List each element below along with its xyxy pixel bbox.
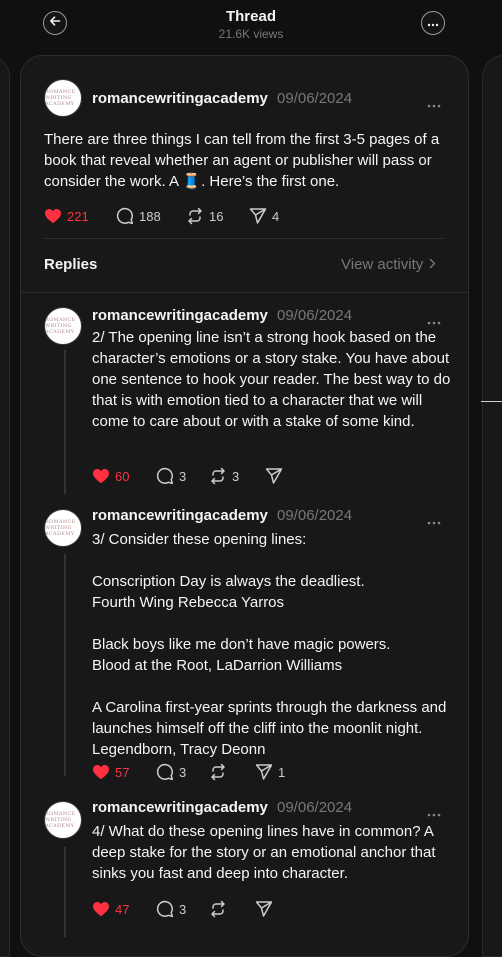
comment-button[interactable]: 188 xyxy=(116,206,161,226)
post-actions: 221 188 16 4 xyxy=(44,206,344,226)
avatar-logo: ROMANCE WRITING ACADEMY xyxy=(45,519,76,537)
like-button[interactable]: 60 xyxy=(92,466,129,486)
like-count: 60 xyxy=(115,468,130,484)
repost-count: 3 xyxy=(232,468,240,484)
post-username[interactable]: romancewritingacademy xyxy=(92,798,268,818)
repost-count: 16 xyxy=(209,208,224,224)
post-divider xyxy=(44,238,445,239)
like-button[interactable]: 47 xyxy=(92,899,129,919)
share-icon xyxy=(255,763,273,781)
repost-icon xyxy=(209,467,227,485)
post-text: 3/ Consider these opening lines: Conscri… xyxy=(92,531,447,758)
repost-button[interactable] xyxy=(209,762,232,782)
avatar-logo: ROMANCE WRITING ACADEMY xyxy=(45,89,76,107)
post-actions: 57 3 1 xyxy=(92,762,372,782)
like-button[interactable]: 57 xyxy=(92,762,129,782)
share-icon xyxy=(249,207,267,225)
adjacent-column-right xyxy=(482,55,502,957)
share-button[interactable] xyxy=(255,899,278,919)
avatar[interactable]: ROMANCE WRITING ACADEMY xyxy=(44,801,82,839)
thread-more-button[interactable] xyxy=(421,11,445,35)
avatar[interactable]: ROMANCE WRITING ACADEMY xyxy=(44,509,82,547)
post-date: 09/06/2024 xyxy=(277,90,353,107)
avatar-logo: ROMANCE WRITING ACADEMY xyxy=(45,317,76,335)
replies-label: Replies xyxy=(44,256,98,273)
heart-icon xyxy=(92,901,110,917)
post-text: 2/ The opening line isn’t a strong hook … xyxy=(92,329,451,430)
view-activity-link[interactable]: View activity xyxy=(341,255,436,275)
heart-icon xyxy=(44,208,62,224)
share-button[interactable]: 4 xyxy=(249,206,279,226)
post-actions: 47 3 xyxy=(92,899,372,919)
comment-count: 3 xyxy=(179,468,187,484)
adjacent-column-left xyxy=(0,55,10,957)
thread-connector-line xyxy=(64,847,66,937)
post-more-icon[interactable] xyxy=(426,96,442,108)
comment-icon xyxy=(156,763,174,781)
thread-connector-line xyxy=(64,554,66,776)
share-icon xyxy=(265,467,283,485)
comment-icon xyxy=(156,467,174,485)
main-post: ROMANCE WRITING ACADEMY romancewritingac… xyxy=(21,56,468,246)
comment-count: 3 xyxy=(179,901,187,917)
post-username[interactable]: romancewritingacademy xyxy=(92,506,268,526)
post-actions: 60 3 3 xyxy=(92,466,372,486)
repost-icon xyxy=(209,763,227,781)
avatar-logo: ROMANCE WRITING ACADEMY xyxy=(45,811,76,829)
post-date: 09/06/2024 xyxy=(277,799,353,816)
share-count: 4 xyxy=(272,208,280,224)
reply-post: ROMANCE WRITING ACADEMY romancewritingac… xyxy=(21,789,468,956)
comment-button[interactable]: 3 xyxy=(156,899,186,919)
share-button[interactable]: 1 xyxy=(255,762,285,782)
view-activity-label: View activity xyxy=(341,256,424,273)
share-count: 1 xyxy=(278,764,286,780)
comment-icon xyxy=(116,207,134,225)
comment-count: 3 xyxy=(179,764,187,780)
post-username[interactable]: romancewritingacademy xyxy=(92,306,268,326)
repost-button[interactable]: 3 xyxy=(209,466,239,486)
heart-icon xyxy=(92,468,110,484)
reply-post: ROMANCE WRITING ACADEMY romancewritingac… xyxy=(21,292,468,504)
comment-icon xyxy=(156,900,174,918)
share-button[interactable] xyxy=(265,466,288,486)
avatar[interactable]: ROMANCE WRITING ACADEMY xyxy=(44,79,82,117)
post-more-icon[interactable] xyxy=(426,313,442,325)
post-text: There are three things I can tell from t… xyxy=(44,131,440,190)
post-text: 4/ What do these opening lines have in c… xyxy=(92,823,436,882)
repost-icon xyxy=(209,900,227,918)
like-button[interactable]: 221 xyxy=(44,206,89,226)
adjacent-column-divider xyxy=(481,401,502,402)
thread-connector-line xyxy=(64,350,66,494)
comment-button[interactable]: 3 xyxy=(156,762,186,782)
repost-button[interactable] xyxy=(209,899,232,919)
post-username[interactable]: romancewritingacademy xyxy=(92,89,268,109)
comment-count: 188 xyxy=(139,208,161,224)
top-bar: Thread 21.6K views xyxy=(0,0,502,50)
post-more-icon[interactable] xyxy=(426,805,442,817)
post-date: 09/06/2024 xyxy=(277,307,353,324)
reply-post: ROMANCE WRITING ACADEMY romancewritingac… xyxy=(21,496,468,796)
repost-button[interactable]: 16 xyxy=(186,206,223,226)
avatar[interactable]: ROMANCE WRITING ACADEMY xyxy=(44,307,82,345)
like-count: 221 xyxy=(67,208,89,224)
like-count: 57 xyxy=(115,764,130,780)
repost-icon xyxy=(186,207,204,225)
chevron-right-icon xyxy=(423,255,436,275)
comment-button[interactable]: 3 xyxy=(156,466,186,486)
like-count: 47 xyxy=(115,901,130,917)
post-date: 09/06/2024 xyxy=(277,507,353,524)
post-more-icon[interactable] xyxy=(426,513,442,525)
heart-icon xyxy=(92,764,110,780)
more-icon xyxy=(427,14,439,32)
thread-panel: ROMANCE WRITING ACADEMY romancewritingac… xyxy=(20,55,469,957)
share-icon xyxy=(255,900,273,918)
